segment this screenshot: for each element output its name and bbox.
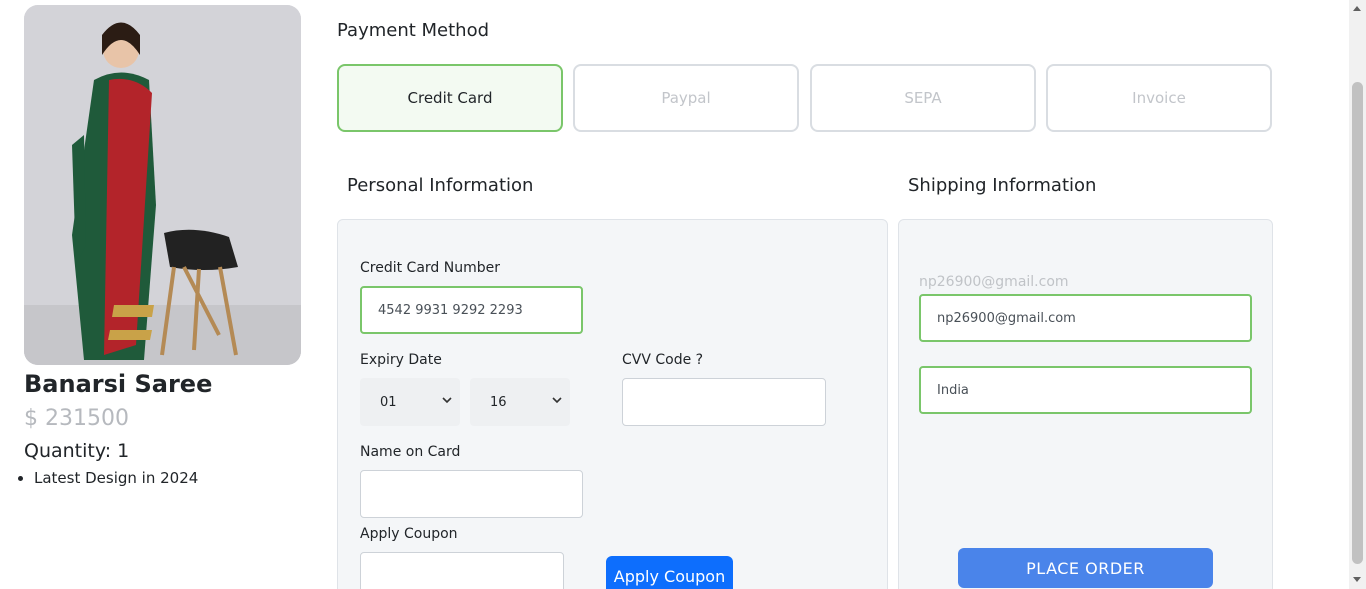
shipping-information-title: Shipping Information	[908, 175, 1097, 196]
expiry-year-select[interactable]: 16	[470, 378, 570, 426]
cvv-input[interactable]	[622, 378, 826, 426]
payment-method-title: Payment Method	[337, 20, 490, 41]
expiry-month-select[interactable]: 01	[360, 378, 460, 426]
apply-coupon-label: Apply Coupon	[360, 526, 458, 542]
personal-information-title: Personal Information	[347, 175, 534, 196]
name-on-card-label: Name on Card	[360, 444, 461, 460]
card-number-input[interactable]: 4542 9931 9292 2293	[360, 286, 583, 334]
payment-option-paypal[interactable]: Paypal	[573, 64, 799, 132]
scrollbar-thumb[interactable]	[1352, 82, 1363, 564]
country-field[interactable]: India	[919, 366, 1252, 414]
expiry-date-label: Expiry Date	[360, 352, 442, 368]
product-name: Banarsi Saree	[24, 370, 213, 398]
expiry-month-value: 01	[380, 394, 397, 410]
apply-coupon-button[interactable]: Apply Coupon	[606, 556, 733, 589]
email-floating-label: np26900@gmail.com	[919, 274, 1069, 290]
scroll-up-icon[interactable]	[1353, 6, 1361, 11]
cvv-label: CVV Code ?	[622, 352, 704, 368]
scroll-down-icon[interactable]	[1353, 577, 1361, 582]
product-image	[24, 5, 301, 365]
chevron-down-icon	[442, 397, 452, 404]
list-item: Latest Design in 2024	[34, 469, 198, 487]
payment-option-sepa[interactable]: SEPA	[810, 64, 1036, 132]
product-feature-list: Latest Design in 2024	[34, 469, 198, 487]
payment-option-credit-card[interactable]: Credit Card	[337, 64, 563, 132]
product-price: $ 231500	[24, 406, 129, 431]
page-scrollbar[interactable]	[1349, 0, 1366, 589]
expiry-year-value: 16	[490, 394, 507, 410]
product-quantity: Quantity: 1	[24, 440, 130, 462]
place-order-button[interactable]: PLACE ORDER	[958, 548, 1213, 588]
card-number-label: Credit Card Number	[360, 260, 500, 276]
chevron-down-icon	[552, 397, 562, 404]
payment-option-invoice[interactable]: Invoice	[1046, 64, 1272, 132]
email-field[interactable]: np26900@gmail.com	[919, 294, 1252, 342]
coupon-input[interactable]	[360, 552, 564, 589]
name-on-card-input[interactable]	[360, 470, 583, 518]
